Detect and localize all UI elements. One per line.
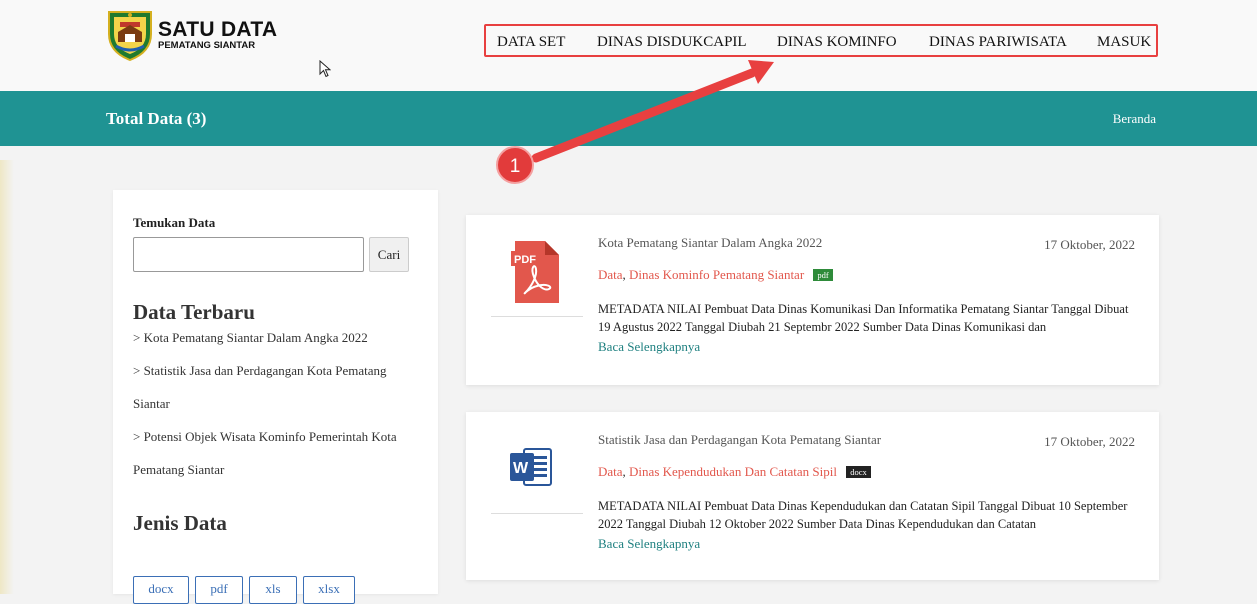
read-more-link[interactable]: Baca Selengkapnya xyxy=(598,536,700,552)
latest-data-item[interactable]: > Kota Pematang Siantar Dalam Angka 2022 xyxy=(133,330,368,346)
type-filter-docx[interactable]: docx xyxy=(133,576,189,604)
nav-item-dinas-pariwisata[interactable]: DINAS PARIWISATA xyxy=(929,34,1067,51)
word-icon-label: W xyxy=(513,460,529,477)
dataset-description: METADATA NILAI Pembuat Data Dinas Komuni… xyxy=(598,302,1129,334)
mouse-cursor-icon xyxy=(319,60,331,78)
dataset-thumbnail[interactable]: PDF xyxy=(491,230,583,317)
site-header: SATU DATA PEMATANG SIANTAR DATA SET DINA… xyxy=(0,0,1257,91)
pdf-icon-label: PDF xyxy=(514,254,536,266)
category-link[interactable]: Data xyxy=(598,464,623,479)
dataset-title[interactable]: Statistik Jasa dan Perdagangan Kota Pema… xyxy=(598,432,881,448)
agency-link[interactable]: Dinas Kependudukan Dan Catatan Sipil xyxy=(629,464,837,479)
city-emblem-icon[interactable] xyxy=(106,8,154,62)
page-banner: Total Data (3) Beranda xyxy=(0,91,1257,146)
dataset-title[interactable]: Kota Pematang Siantar Dalam Angka 2022 xyxy=(598,235,822,251)
type-filter-xlsx[interactable]: xlsx xyxy=(303,576,355,604)
nav-item-data-set[interactable]: DATA SET xyxy=(497,34,565,51)
breadcrumb-home-link[interactable]: Beranda xyxy=(1113,111,1156,127)
dataset-meta: Data, Dinas Kependudukan Dan Catatan Sip… xyxy=(598,464,871,480)
search-input[interactable] xyxy=(133,237,364,272)
dataset-date: 17 Oktober, 2022 xyxy=(1044,237,1135,252)
latest-data-item-continued[interactable]: Pematang Siantar xyxy=(133,462,224,478)
latest-data-item[interactable]: > Potensi Objek Wisata Kominfo Pemerinta… xyxy=(133,429,397,445)
data-type-heading: Jenis Data xyxy=(133,511,227,535)
agency-link[interactable]: Dinas Kominfo Pematang Siantar xyxy=(629,267,804,282)
pdf-file-icon: PDF xyxy=(511,241,559,303)
page-title: Total Data (3) xyxy=(106,109,207,128)
dataset-card: PDF Kota Pematang Siantar Dalam Angka 20… xyxy=(466,215,1159,385)
latest-data-heading: Data Terbaru xyxy=(133,300,255,324)
latest-data-item-continued[interactable]: Siantar xyxy=(133,396,170,412)
type-filter-xls[interactable]: xls xyxy=(249,576,297,604)
step-number-badge xyxy=(496,146,534,184)
word-file-icon: W xyxy=(510,448,552,486)
site-logo-subtitle: PEMATANG SIANTAR xyxy=(158,40,256,51)
main-navigation: DATA SET DINAS DISDUKCAPIL DINAS KOMINFO… xyxy=(484,24,1158,57)
site-logo-title[interactable]: SATU DATA xyxy=(158,19,277,40)
dataset-card: W Statistik Jasa dan Perdagangan Kota Pe… xyxy=(466,412,1159,580)
search-button[interactable]: Cari xyxy=(369,237,409,272)
type-filter-pdf[interactable]: pdf xyxy=(195,576,243,604)
step-number-text: 1 xyxy=(510,156,521,177)
format-badge: docx xyxy=(846,466,871,479)
sidebar: Temukan Data Cari Data Terbaru > Kota Pe… xyxy=(113,190,438,604)
category-link[interactable]: Data xyxy=(598,267,623,282)
dataset-meta: Data, Dinas Kominfo Pematang Siantar pdf xyxy=(598,267,833,283)
dataset-thumbnail[interactable]: W xyxy=(491,427,583,514)
meta-separator: , xyxy=(622,464,626,479)
background-decoration xyxy=(0,160,14,594)
meta-separator: , xyxy=(622,267,626,282)
read-more-link[interactable]: Baca Selengkapnya xyxy=(598,339,700,355)
nav-item-dinas-kominfo[interactable]: DINAS KOMINFO xyxy=(777,34,897,51)
format-badge: pdf xyxy=(813,269,833,282)
latest-data-item[interactable]: > Statistik Jasa dan Perdagangan Kota Pe… xyxy=(133,363,387,379)
search-label: Temukan Data xyxy=(133,215,216,230)
dataset-date: 17 Oktober, 2022 xyxy=(1044,434,1135,449)
dataset-description: METADATA NILAI Pembuat Data Dinas Kepend… xyxy=(598,499,1128,531)
nav-item-dinas-disdukcapil[interactable]: DINAS DISDUKCAPIL xyxy=(597,34,747,51)
nav-item-masuk[interactable]: MASUK xyxy=(1097,34,1151,51)
